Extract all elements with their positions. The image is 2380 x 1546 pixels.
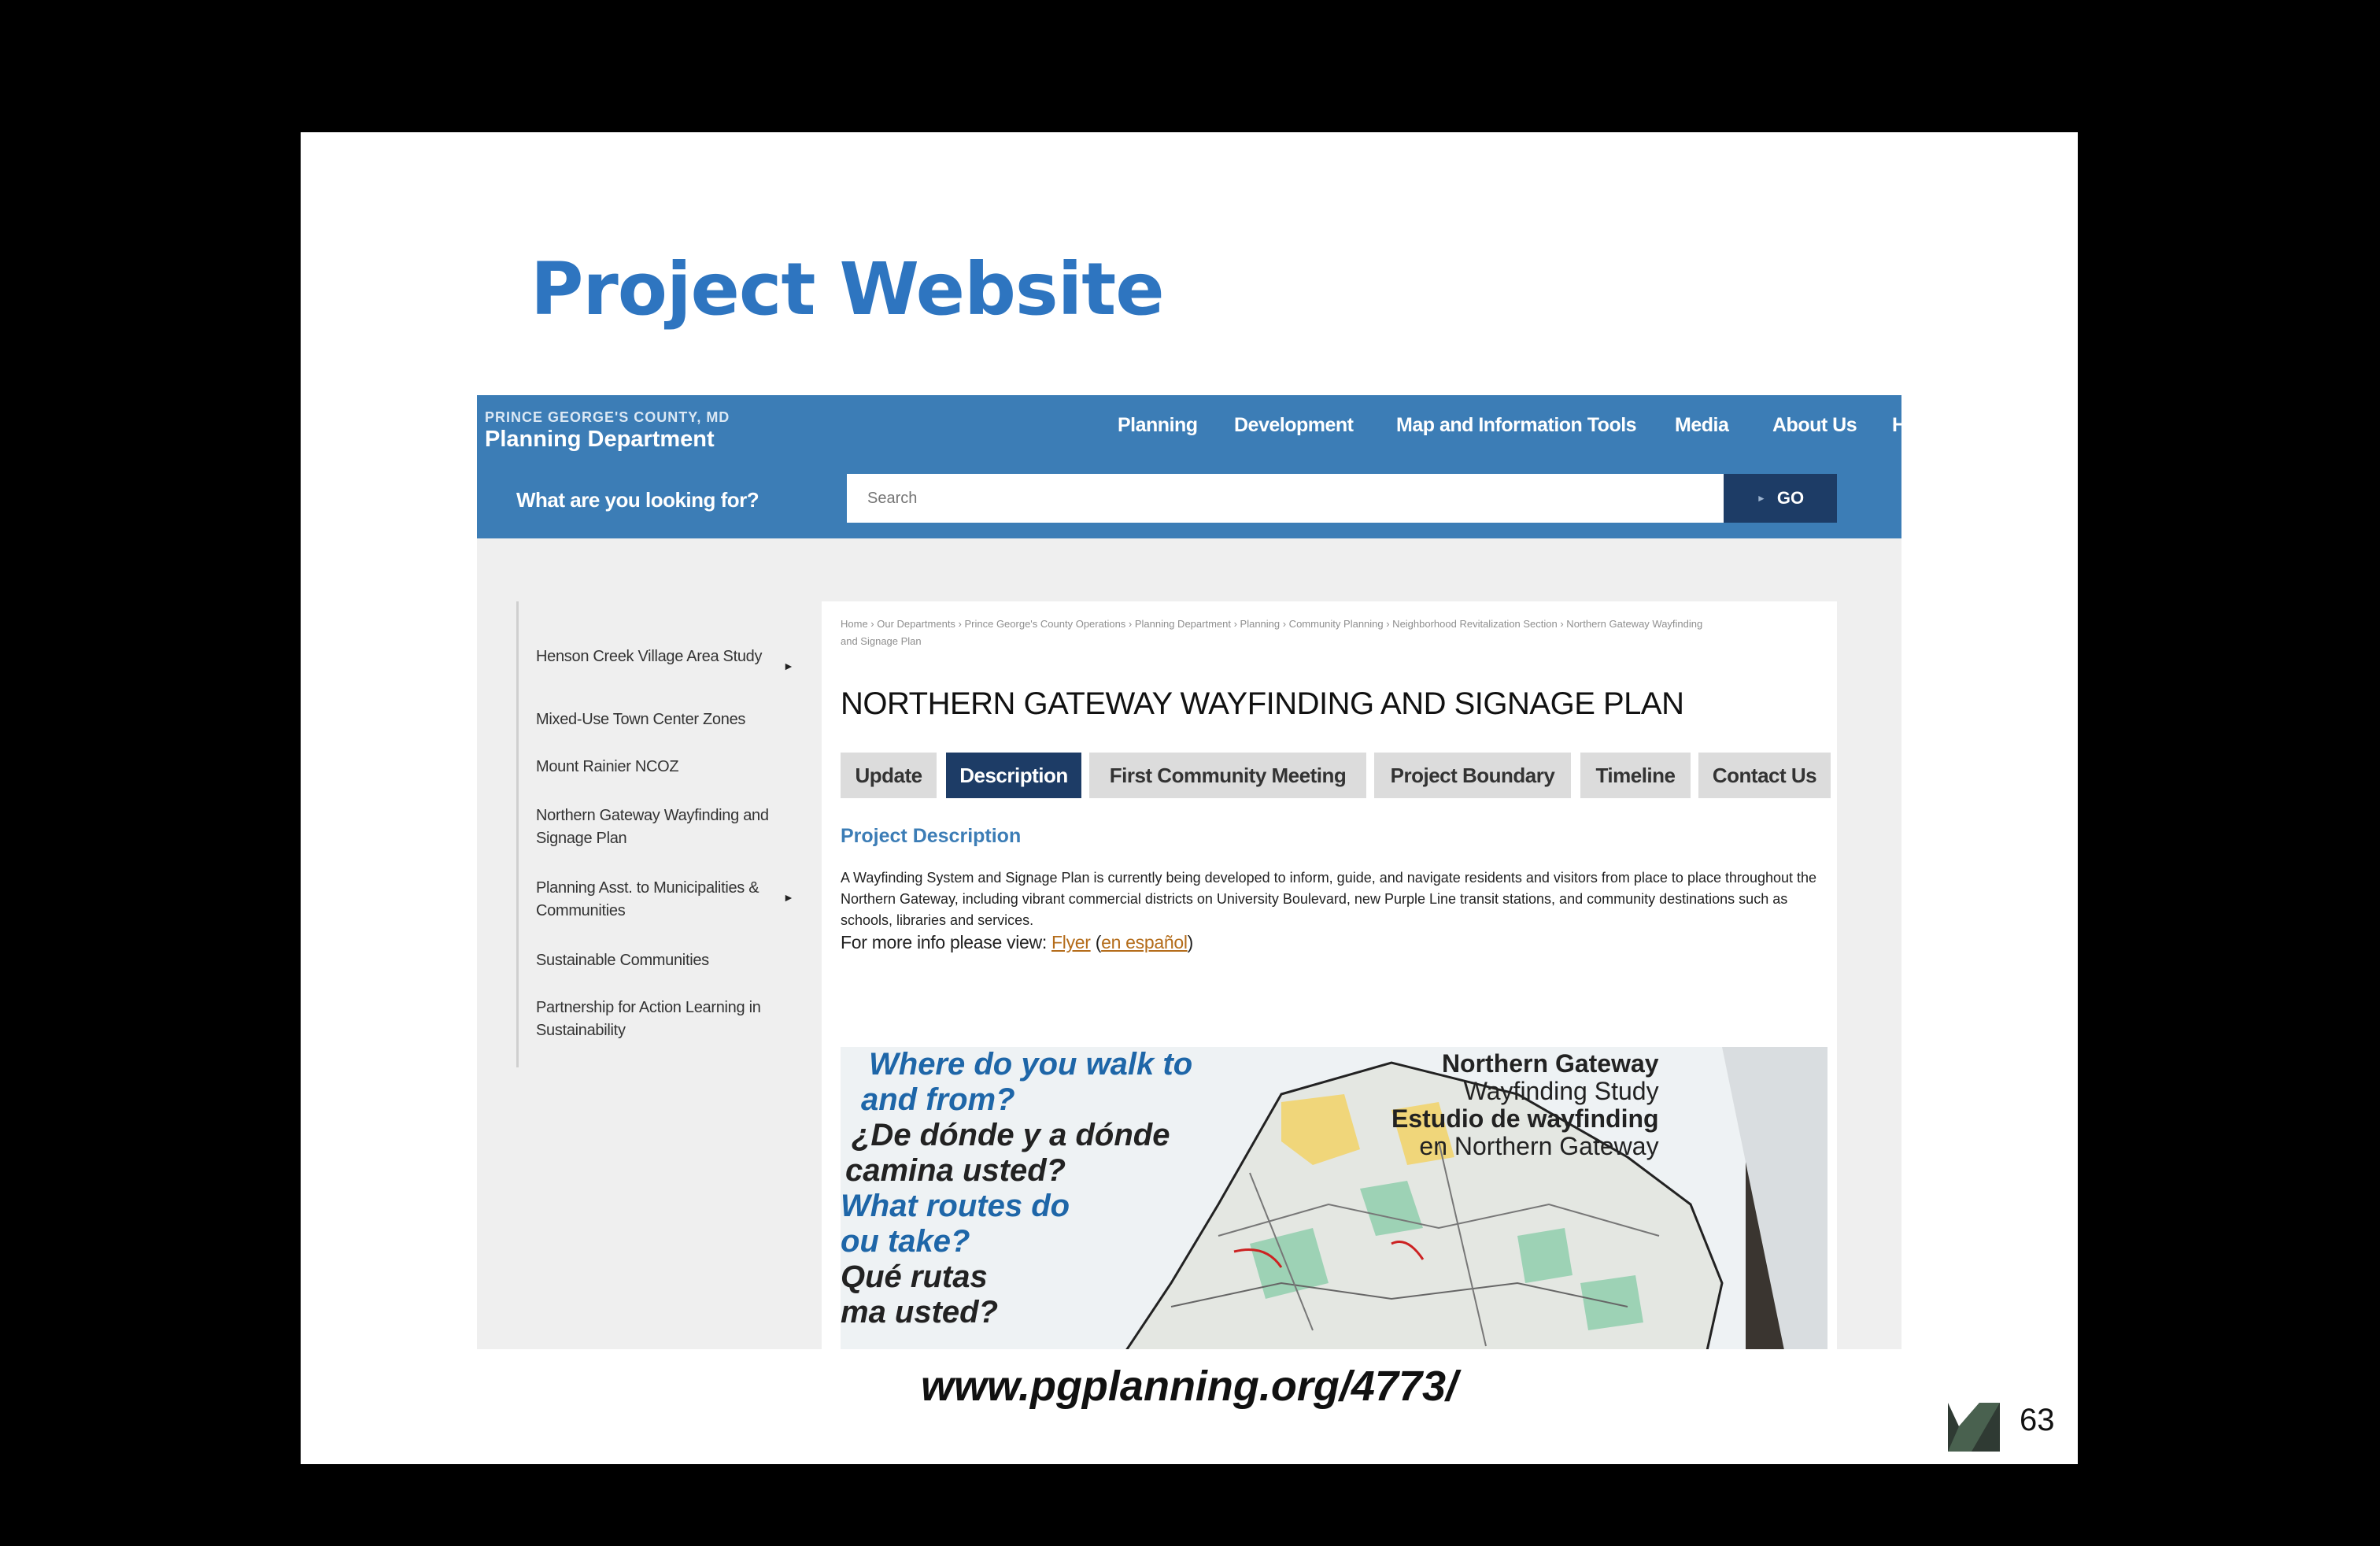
breadcrumb[interactable]: Home › Our Departments › Prince George's…: [841, 616, 1714, 650]
website-screenshot: PRINCE GEORGE'S COUNTY, MD Planning Depa…: [477, 395, 1901, 1349]
nav-planning[interactable]: Planning: [1118, 414, 1198, 437]
go-button[interactable]: ► GO: [1724, 474, 1837, 523]
nav-map-tools[interactable]: Map and Information Tools: [1396, 414, 1637, 437]
poster-line: camina usted?: [845, 1153, 1066, 1188]
paren-close: ): [1187, 932, 1194, 952]
nav-development[interactable]: Development: [1234, 414, 1354, 437]
poster-line: Wayfinding Study: [1463, 1077, 1659, 1105]
flyer-link[interactable]: Flyer: [1051, 932, 1091, 952]
tab-project-boundary[interactable]: Project Boundary: [1374, 753, 1571, 798]
sidebar-item-northern-gateway[interactable]: Northern Gateway Wayfinding and Signage …: [536, 804, 780, 850]
sidebar-item-mixed-use[interactable]: Mixed-Use Town Center Zones: [536, 708, 780, 731]
slide: Project Website PRINCE GEORGE'S COUNTY, …: [301, 132, 2078, 1464]
search-label: What are you looking for?: [516, 488, 759, 512]
nav-more-cut[interactable]: H: [1892, 414, 1901, 437]
poster-line: ma usted?: [841, 1295, 999, 1330]
poster-line: Northern Gateway: [1441, 1049, 1659, 1078]
chevron-right-icon: ►: [1756, 493, 1766, 504]
sidebar-item-partnership[interactable]: Partnership for Action Learning in Susta…: [536, 997, 780, 1042]
poster-line: ou take?: [841, 1224, 970, 1259]
go-label: GO: [1776, 488, 1805, 508]
tab-description[interactable]: Description: [946, 753, 1081, 798]
sidebar-nav: Henson Creek Village Area Study ► Mixed-…: [516, 601, 802, 1067]
main-content: Home › Our Departments › Prince George's…: [822, 601, 1837, 1349]
poster-line: What routes do: [841, 1189, 1070, 1223]
paren-open: (: [1095, 932, 1102, 952]
sidebar-item-sustainable[interactable]: Sustainable Communities: [536, 949, 780, 972]
page-title: NORTHERN GATEWAY WAYFINDING AND SIGNAGE …: [841, 686, 1684, 721]
espanol-link[interactable]: en español: [1101, 932, 1188, 952]
poster-line: and from?: [861, 1082, 1015, 1117]
poster-photo: Where do you walk to and from? ¿De dónde…: [841, 1047, 1828, 1349]
slide-title: Project Website: [530, 247, 1165, 331]
organization-logo: [1948, 1403, 2000, 1452]
more-info: For more info please view: Flyer (en esp…: [841, 932, 1193, 953]
sidebar-item-mount-rainier[interactable]: Mount Rainier NCOZ: [536, 756, 780, 779]
poster-study-title: Northern Gateway Wayfinding Study Estudi…: [1391, 1050, 1659, 1160]
poster-line: ¿De dónde y a dónde: [852, 1118, 1170, 1152]
expand-arrow-icon[interactable]: ►: [783, 891, 794, 904]
tab-contact-us[interactable]: Contact Us: [1698, 753, 1831, 798]
expand-arrow-icon[interactable]: ►: [783, 660, 794, 672]
sidebar-item-planning-asst[interactable]: Planning Asst. to Municipalities & Commu…: [536, 877, 780, 923]
nav-media[interactable]: Media: [1675, 414, 1729, 437]
poster-line: Where do you walk to: [869, 1047, 1193, 1082]
sidebar-item-henson-creek[interactable]: Henson Creek Village Area Study: [536, 645, 780, 668]
tab-first-community-meeting[interactable]: First Community Meeting: [1089, 753, 1366, 798]
search-input[interactable]: [847, 474, 1724, 523]
poster-line: Estudio de wayfinding: [1391, 1104, 1659, 1133]
tab-update[interactable]: Update: [841, 753, 937, 798]
poster-line: en Northern Gateway: [1419, 1132, 1659, 1160]
section-heading: Project Description: [841, 825, 1022, 847]
site-header: PRINCE GEORGE'S COUNTY, MD Planning Depa…: [477, 395, 1901, 538]
main-nav: Planning Development Map and Information…: [477, 414, 1901, 446]
website-url: www.pgplanning.org/4773/: [920, 1363, 1458, 1410]
poster-line: Qué rutas: [841, 1259, 988, 1294]
poster-question-text: Where do you walk to and from? ¿De dónde…: [841, 1047, 1192, 1330]
project-description: A Wayfinding System and Signage Plan is …: [841, 870, 1817, 928]
slide-number: 63: [2020, 1403, 2055, 1437]
nav-about-us[interactable]: About Us: [1772, 414, 1857, 437]
more-info-label: For more info please view:: [841, 932, 1052, 952]
tab-timeline[interactable]: Timeline: [1580, 753, 1691, 798]
